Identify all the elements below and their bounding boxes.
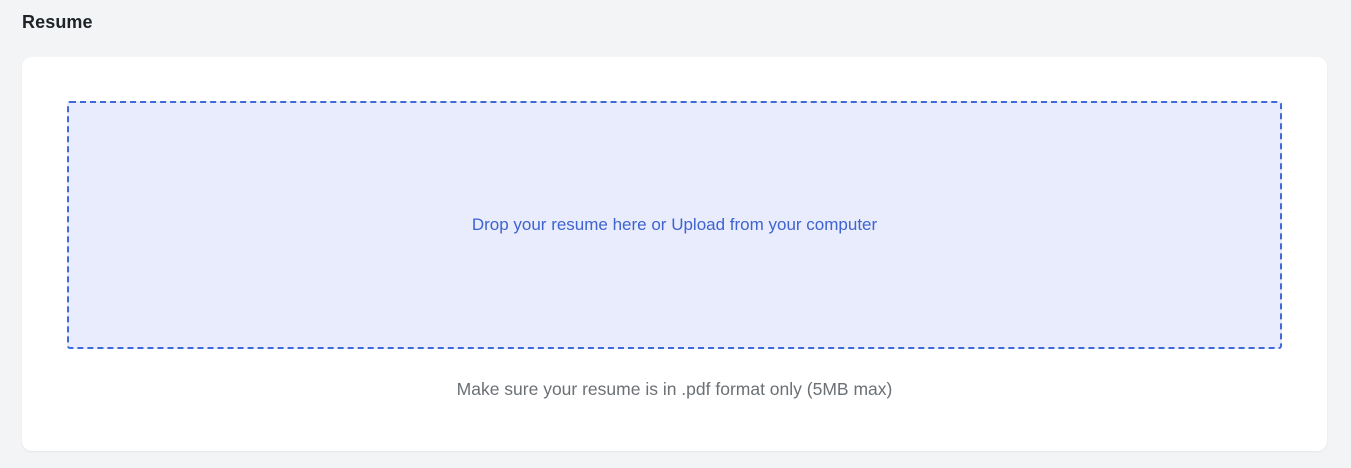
resume-dropzone[interactable]: Drop your resume here or Upload from you… xyxy=(67,101,1282,349)
section-title: Resume xyxy=(22,12,93,32)
file-format-hint: Make sure your resume is in .pdf format … xyxy=(456,379,893,399)
dropzone-label: Drop your resume here or Upload from you… xyxy=(471,215,878,234)
resume-upload-card: Drop your resume here or Upload from you… xyxy=(22,57,1327,451)
